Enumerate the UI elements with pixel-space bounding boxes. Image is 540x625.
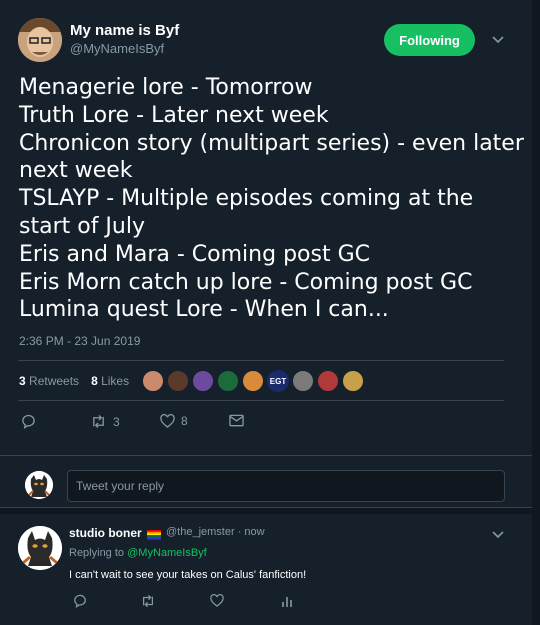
tweet-line: TSLAYP - Multiple episodes coming at the [19, 186, 474, 212]
reply-tweet: studio boner @the_jemster · now Replying… [0, 514, 532, 625]
following-button[interactable]: Following [384, 24, 475, 56]
liker-avatar[interactable] [342, 370, 364, 392]
chevron-down-icon[interactable] [491, 33, 505, 47]
retweets-stat[interactable]: 3 Retweets [19, 374, 79, 388]
reply-author-handle[interactable]: @the_jemster · now [166, 526, 265, 538]
retweet-icon [90, 414, 107, 429]
tweet-timestamp[interactable]: 2:36 PM - 23 Jun 2019 [19, 334, 140, 348]
retweet-count-action: 3 [113, 414, 120, 429]
reply-action[interactable] [73, 594, 87, 608]
liker-avatar[interactable] [192, 370, 214, 392]
author-avatar[interactable] [18, 18, 62, 62]
retweet-count: 3 [19, 374, 26, 388]
reply-input[interactable]: Tweet your reply [67, 470, 505, 502]
current-user-avatar[interactable] [25, 471, 53, 499]
tweet-line: Lumina quest Lore - When I can... [19, 297, 389, 323]
divider [18, 360, 504, 361]
scrollbar[interactable] [532, 0, 540, 625]
like-icon [160, 414, 175, 428]
engagement-stats: 3 Retweets 8 Likes [19, 374, 129, 388]
tweet-line: Menagerie lore - Tomorrow [19, 75, 313, 100]
tweet-line: Chronicon story (multipart series) - eve… [19, 130, 524, 156]
tweet-line: Truth Lore - Later next week [19, 102, 329, 128]
liker-avatar[interactable] [317, 370, 339, 392]
like-action[interactable]: 8 [160, 414, 188, 428]
analytics-action[interactable] [281, 594, 293, 608]
tweet-line: Eris Morn catch up lore - Coming post GC [19, 269, 473, 295]
chevron-down-icon[interactable] [491, 528, 505, 542]
liker-avatar[interactable] [142, 370, 164, 392]
tweet-line: start of July [19, 213, 145, 239]
author-handle[interactable]: @MyNameIsByf [70, 41, 164, 56]
liker-avatar[interactable] [242, 370, 264, 392]
like-count-action: 8 [181, 414, 188, 428]
retweet-icon [140, 594, 156, 608]
replying-to: Replying to @MyNameIsByf [69, 547, 207, 559]
replying-to-link[interactable]: @MyNameIsByf [127, 547, 207, 559]
liker-avatars: EGT [142, 370, 364, 392]
liker-avatar[interactable] [217, 370, 239, 392]
like-icon [210, 594, 224, 607]
reply-text: I can't wait to see your takes on Calus'… [69, 569, 307, 581]
tweet-line: Eris and Mara - Coming post GC [19, 241, 370, 267]
like-count: 8 [91, 374, 98, 388]
retweet-action[interactable]: 3 [90, 414, 120, 429]
author-display-name[interactable]: My name is Byf [70, 22, 179, 39]
analytics-icon [281, 594, 293, 608]
liker-avatar[interactable] [292, 370, 314, 392]
reply-author-avatar[interactable] [18, 526, 62, 570]
reply-icon [21, 414, 36, 429]
main-tweet: My name is Byf @MyNameIsByf Following Me… [0, 0, 532, 455]
reply-icon [73, 594, 87, 608]
likes-stat[interactable]: 8 Likes [91, 374, 129, 388]
direct-message-action[interactable] [229, 414, 244, 427]
rainbow-flag-icon [147, 527, 161, 540]
tweet-text: Menagerie lore - Tomorrow Truth Lore - L… [19, 74, 524, 324]
like-action[interactable] [210, 594, 224, 607]
reply-composer: Tweet your reply [0, 455, 532, 508]
retweets-label: Retweets [29, 374, 80, 388]
liker-avatar[interactable]: EGT [267, 370, 289, 392]
divider [18, 400, 504, 401]
message-icon [229, 414, 244, 427]
retweet-action[interactable] [140, 594, 156, 608]
reply-author-name[interactable]: studio boner [69, 526, 142, 540]
reply-action[interactable] [21, 414, 36, 429]
likes-label: Likes [101, 374, 130, 388]
tweet-line: next week [19, 158, 133, 184]
liker-avatar[interactable] [167, 370, 189, 392]
replying-to-prefix: Replying to [69, 547, 125, 559]
